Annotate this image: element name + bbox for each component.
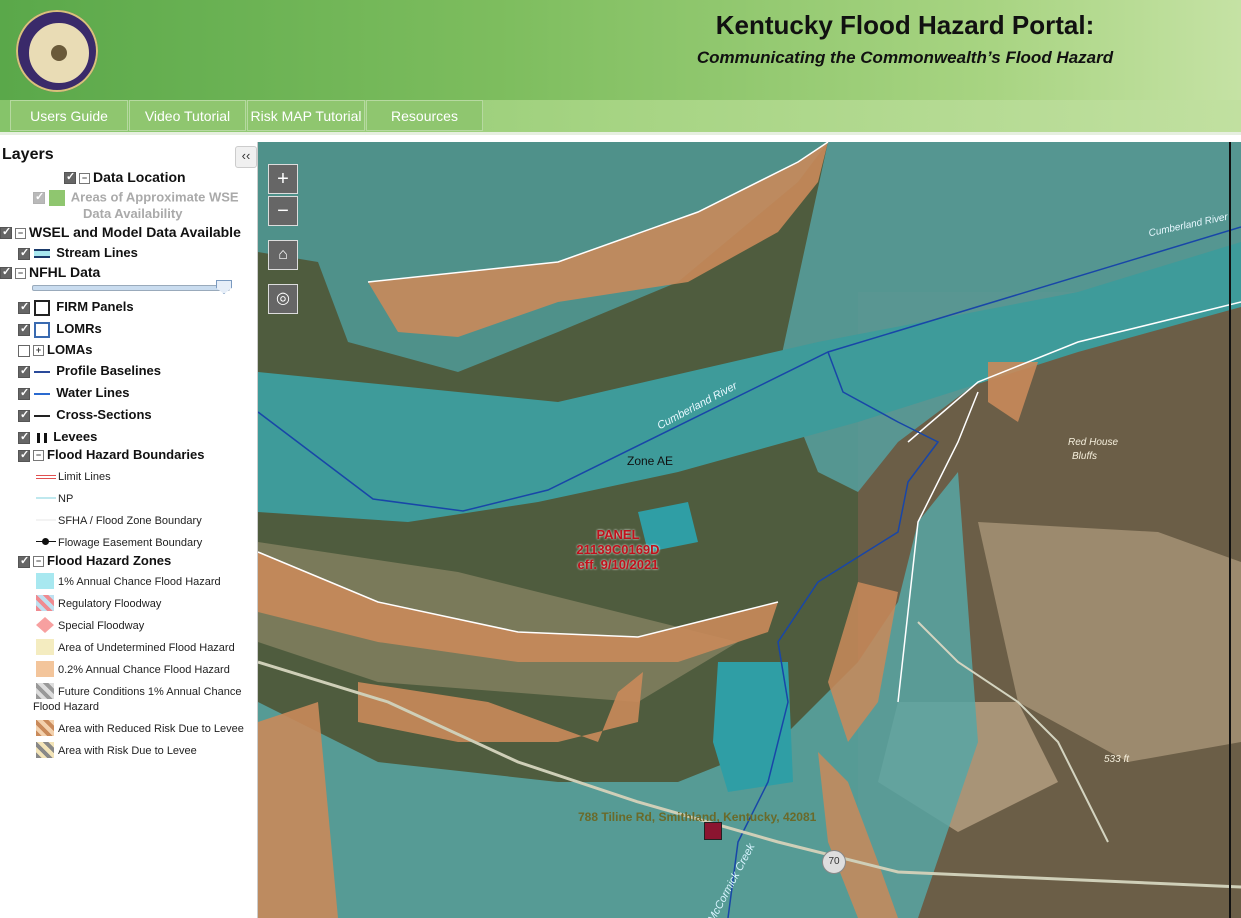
flowage-easement-dot-icon — [42, 538, 49, 545]
collapse-icon[interactable]: − — [33, 450, 44, 462]
legend-special-floodway: Special Floodway — [58, 620, 145, 632]
nav-resources-button[interactable]: Resources — [366, 100, 483, 131]
firm-panels-checkbox[interactable] — [18, 300, 30, 314]
location-marker-icon[interactable] — [704, 822, 722, 840]
layer-levees: Levees — [18, 429, 97, 444]
expand-icon[interactable]: + — [33, 345, 44, 357]
nav-risk-map-tutorial-button[interactable]: Risk MAP Tutorial — [247, 100, 365, 131]
sfha-boundary-swatch-icon — [36, 519, 56, 521]
legend-sfha-boundary: SFHA / Flood Zone Boundary — [58, 515, 202, 527]
cross-section-swatch-icon — [33, 414, 50, 417]
stream-lines-checkbox[interactable] — [18, 246, 30, 260]
legend-one-pct: 1% Annual Chance Flood Hazard — [58, 576, 221, 588]
route-shield-icon: 70 — [822, 850, 846, 874]
legend-flowage-easement: Flowage Easement Boundary — [58, 537, 203, 549]
nav-users-guide-button[interactable]: Users Guide — [10, 100, 128, 131]
layer-firm-panels: FIRM Panels — [18, 299, 134, 316]
wsel-checkbox[interactable] — [0, 225, 12, 240]
limit-lines-swatch-icon — [36, 475, 56, 479]
layer-profile-baselines: Profile Baselines — [18, 363, 161, 378]
lomr-swatch-icon — [33, 321, 50, 338]
layer-cross-sections: Cross-Sections — [18, 407, 152, 422]
collapse-icon[interactable]: − — [79, 172, 90, 184]
profile-baseline-swatch-icon — [33, 370, 50, 373]
legend-undetermined: Area of Undetermined Flood Hazard — [58, 642, 235, 654]
portal-header: Kentucky Flood Hazard Portal: Communicat… — [0, 0, 1241, 100]
locate-icon: ◎ — [276, 290, 290, 307]
map-view[interactable]: + − ⌂ ◎ Cumberland River Cumberland Rive… — [258, 142, 1241, 918]
collapse-icon[interactable]: − — [15, 267, 26, 279]
address-label: 788 Tiline Rd, Smithland, Kentucky, 4208… — [578, 810, 817, 824]
legend-reduced-risk-levee: Area with Reduced Risk Due to Levee — [58, 723, 244, 735]
collapse-panel-button[interactable]: ‹‹ — [235, 146, 257, 168]
layer-data-location: −Data Location — [64, 169, 186, 185]
legend-future-conditions-2: Flood Hazard — [33, 701, 100, 713]
water-lines-checkbox[interactable] — [18, 386, 30, 400]
layer-nfhl: −NFHL Data — [0, 264, 100, 280]
legend-future-conditions-1: Future Conditions 1% Annual Chance — [58, 686, 242, 698]
one-pct-swatch-icon — [36, 573, 54, 589]
layers-heading: Layers — [2, 146, 54, 163]
collapse-icon[interactable]: − — [15, 227, 26, 239]
zoom-in-button[interactable]: + — [268, 164, 298, 194]
legend-risk-levee: Area with Risk Due to Levee — [58, 745, 197, 757]
firm-panel-swatch-icon — [33, 299, 50, 316]
firm-panel-label: PANEL 21139C0169D eff. 9/10/2021 — [576, 527, 660, 572]
legend-regulatory-floodway: Regulatory Floodway — [58, 598, 162, 610]
page-title: Kentucky Flood Hazard Portal: — [715, 10, 1095, 40]
legend-point-two-pct: 0.2% Annual Chance Flood Hazard — [58, 664, 230, 676]
lomas-checkbox[interactable] — [18, 344, 30, 357]
layer-flood-hazard-boundaries: −Flood Hazard Boundaries — [18, 447, 204, 462]
red-house-bluffs-label: Red House Bluffs — [1068, 437, 1119, 462]
flood-hazard-zones-checkbox[interactable] — [18, 554, 30, 568]
nav-video-tutorial-button[interactable]: Video Tutorial — [129, 100, 246, 131]
home-button[interactable]: ⌂ — [268, 240, 298, 270]
risk-levee-swatch-icon — [36, 742, 54, 758]
approx-wse-label-line2: Data Availability — [83, 206, 183, 221]
approx-wse-swatch-icon — [48, 190, 65, 206]
layer-water-lines: Water Lines — [18, 385, 129, 400]
lomrs-checkbox[interactable] — [18, 322, 30, 336]
elevation-label: 533 ft — [1104, 754, 1130, 765]
layers-panel: Layers ‹‹ −Data Location Areas of Approx… — [0, 142, 258, 918]
locate-button[interactable]: ◎ — [268, 284, 298, 314]
np-swatch-icon — [36, 497, 56, 499]
map-canvas — [258, 142, 1241, 918]
layer-flood-hazard-zones: −Flood Hazard Zones — [18, 553, 171, 568]
nfhl-checkbox[interactable] — [0, 265, 12, 280]
point-two-pct-swatch-icon — [36, 661, 54, 677]
layer-lomrs: LOMRs — [18, 321, 102, 338]
legend-limit-lines: Limit Lines — [58, 471, 111, 483]
legend-np: NP — [58, 493, 74, 505]
collapse-icon[interactable]: − — [33, 556, 44, 568]
opacity-slider-handle[interactable] — [216, 280, 232, 294]
top-nav: Users Guide Video Tutorial Risk MAP Tuto… — [0, 100, 1241, 135]
water-line-swatch-icon — [33, 392, 50, 395]
approx-wse-checkbox[interactable] — [33, 190, 45, 204]
reduced-risk-levee-swatch-icon — [36, 720, 54, 736]
layer-approx-wse: Areas of Approximate WSE — [33, 190, 239, 206]
cross-sections-checkbox[interactable] — [18, 408, 30, 422]
stream-line-swatch-icon — [33, 249, 50, 259]
layer-stream-lines: Stream Lines — [18, 245, 138, 260]
flood-hazard-boundaries-checkbox[interactable] — [18, 448, 30, 462]
layer-lomas: + LOMAs — [18, 342, 93, 357]
home-icon: ⌂ — [278, 246, 288, 263]
undetermined-swatch-icon — [36, 639, 54, 655]
levees-checkbox[interactable] — [18, 430, 30, 444]
data-location-checkbox[interactable] — [64, 170, 76, 185]
regulatory-floodway-swatch-icon — [36, 595, 54, 611]
future-conditions-swatch-icon — [36, 683, 54, 699]
profile-baselines-checkbox[interactable] — [18, 364, 30, 378]
layer-wsel: −WSEL and Model Data Available — [0, 224, 241, 240]
kentucky-seal-logo — [16, 10, 98, 92]
zone-label: Zone AE — [627, 454, 674, 468]
levee-swatch-icon — [36, 432, 47, 443]
zoom-out-button[interactable]: − — [268, 196, 298, 226]
opacity-slider-track[interactable] — [32, 285, 230, 291]
special-floodway-swatch-icon — [36, 617, 54, 633]
page-subtitle: Communicating the Commonwealth’s Flood H… — [696, 48, 1114, 67]
